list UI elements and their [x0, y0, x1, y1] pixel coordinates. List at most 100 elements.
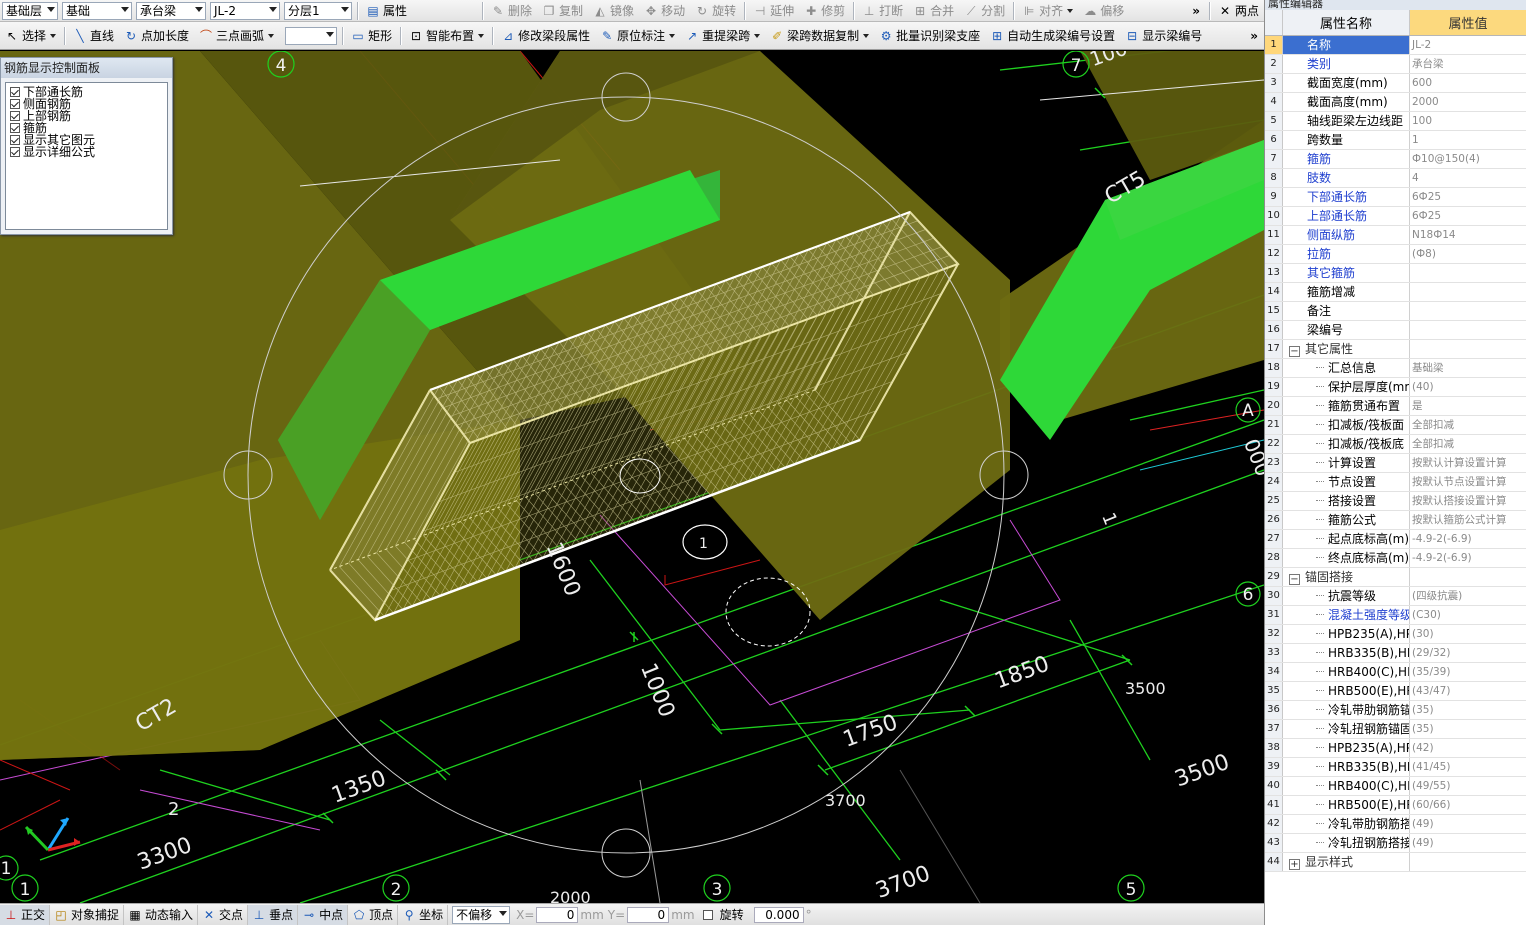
property-value[interactable]: (49/55) [1410, 777, 1526, 795]
property-row[interactable]: 40 HRB400(C),HRB4(49/55) [1265, 777, 1526, 796]
property-value[interactable] [1410, 302, 1526, 320]
property-value[interactable]: (35/39) [1410, 663, 1526, 681]
arc-button[interactable]: ⌒ 三点画弧 [194, 26, 279, 46]
property-row[interactable]: 43 冷轧扭钢筋搭接 (49) [1265, 834, 1526, 853]
component-select[interactable]: JL-2 [210, 1, 280, 20]
properties-button[interactable]: ▤ 属性 [361, 1, 412, 21]
property-value[interactable]: (41/45) [1410, 758, 1526, 776]
delete-button[interactable]: ✎ 删除 [486, 1, 537, 21]
property-row[interactable]: 44 + 显示样式 [1265, 853, 1526, 872]
two-points-button[interactable]: ✕ 两点 [1213, 1, 1264, 21]
property-row[interactable]: 30 抗震等级 (四级抗震) [1265, 587, 1526, 606]
property-value[interactable]: Ф10@150(4) [1410, 150, 1526, 168]
move-button[interactable]: ✥ 移动 [639, 1, 690, 21]
origin-label-button[interactable]: ✎ 原位标注 [595, 26, 680, 46]
offset-mode-select[interactable]: 不偏移 [452, 905, 511, 924]
property-value[interactable]: 全部扣减 [1410, 416, 1526, 434]
property-row[interactable]: 10 上部通长筋 6Ф25 [1265, 207, 1526, 226]
property-row[interactable]: 16 梁编号 [1265, 321, 1526, 340]
property-value[interactable]: (60/66) [1410, 796, 1526, 814]
modify-span-button[interactable]: ⊿ 修改梁段属性 [496, 26, 595, 46]
rotate-button[interactable]: ↻ 旋转 [690, 1, 741, 21]
property-row[interactable]: 2 类别 承台梁 [1265, 55, 1526, 74]
property-value[interactable]: 按默认计算设置计算 [1410, 454, 1526, 472]
property-value[interactable]: (Ф8) [1410, 245, 1526, 263]
property-value[interactable]: (42) [1410, 739, 1526, 757]
property-value[interactable] [1410, 283, 1526, 301]
extend-button[interactable]: ⊣ 延伸 [748, 1, 799, 21]
property-value[interactable]: (四级抗震) [1410, 587, 1526, 605]
toolbar-overflow-icon[interactable]: » [1186, 4, 1206, 18]
property-value[interactable]: 6Ф25 [1410, 207, 1526, 225]
property-row[interactable]: 9 下部通长筋 6Ф25 [1265, 188, 1526, 207]
checkbox[interactable] [10, 99, 20, 109]
batch-identify-button[interactable]: ⚙ 批量识别梁支座 [874, 26, 985, 46]
property-row[interactable]: 33 HRB335(B),HRB3(29/32) [1265, 644, 1526, 663]
property-row[interactable]: 12 拉筋 (Ф8) [1265, 245, 1526, 264]
property-value[interactable] [1410, 340, 1526, 358]
smart-layout-button[interactable]: ⊡ 智能布置 [404, 26, 489, 46]
property-value[interactable] [1410, 264, 1526, 282]
property-row[interactable]: 14 箍筋增减 [1265, 283, 1526, 302]
property-row[interactable]: 18 汇总信息 基础梁 [1265, 359, 1526, 378]
property-row[interactable]: 41 HRB500(E),HRB5(60/66) [1265, 796, 1526, 815]
property-value[interactable] [1410, 321, 1526, 339]
property-value[interactable]: 按默认节点设置计算 [1410, 473, 1526, 491]
property-value[interactable]: -4.9-2(-6.9) [1410, 549, 1526, 567]
checkbox[interactable] [10, 111, 20, 121]
property-row[interactable]: 19 保护层厚度(mm)(40) [1265, 378, 1526, 397]
property-value[interactable]: 按默认箍筋公式计算 [1410, 511, 1526, 529]
property-row[interactable]: 25 搭接设置 按默认搭接设置计算 [1265, 492, 1526, 511]
toolbar-overflow-icon[interactable]: » [1244, 29, 1264, 43]
property-value[interactable]: 按默认搭接设置计算 [1410, 492, 1526, 510]
property-row[interactable]: 27 起点底标高(m) -4.9-2(-6.9) [1265, 530, 1526, 549]
property-row[interactable]: 35 HRB500(E),HRB5(43/47) [1265, 682, 1526, 701]
checkbox[interactable] [10, 87, 20, 97]
property-row[interactable]: 39 HRB335(B),HRB3(41/45) [1265, 758, 1526, 777]
rotate-input[interactable]: 0.000 [753, 906, 804, 923]
property-value[interactable]: N18Ф14 [1410, 226, 1526, 244]
property-row[interactable]: 24 节点设置 按默认节点设置计算 [1265, 473, 1526, 492]
property-row[interactable]: 21 扣减板/筏板面 全部扣减 [1265, 416, 1526, 435]
show-number-button[interactable]: ⊟ 显示梁编号 [1120, 26, 1207, 46]
property-row[interactable]: 28 终点底标高(m) -4.9-2(-6.9) [1265, 549, 1526, 568]
property-value[interactable]: JL-2 [1410, 36, 1526, 54]
copy-span-data-button[interactable]: ✐ 梁跨数据复制 [765, 26, 874, 46]
vertex-snap[interactable]: ⬠ 顶点 [348, 904, 399, 925]
property-row[interactable]: 26 箍筋公式 按默认箍筋公式计算 [1265, 511, 1526, 530]
y-input[interactable]: 0 [627, 906, 670, 923]
ortho-toggle[interactable]: ⊥ 正交 [0, 904, 51, 925]
property-row[interactable]: 31 混凝土强度等级 (C30) [1265, 606, 1526, 625]
property-value[interactable]: -4.9-2(-6.9) [1410, 530, 1526, 548]
property-value[interactable]: (35) [1410, 701, 1526, 719]
midpoint-snap[interactable]: ⊸ 中点 [298, 904, 349, 925]
rebar-option-formula[interactable]: 显示详细公式 [10, 146, 163, 158]
point-length-button[interactable]: ↻ 点加长度 [119, 26, 194, 46]
property-value[interactable]: (C30) [1410, 606, 1526, 624]
mirror-button[interactable]: ◭ 镜像 [588, 1, 639, 21]
snap-toggle[interactable]: ◰ 对象捕捉 [50, 904, 125, 925]
align-button[interactable]: ⊫ 对齐 [1017, 1, 1078, 21]
property-row[interactable]: 36 冷轧带肋钢筋锚 (35) [1265, 701, 1526, 720]
copy-button[interactable]: ❐ 复制 [537, 1, 588, 21]
property-value[interactable] [1410, 568, 1526, 586]
checkbox[interactable] [10, 147, 20, 157]
property-value[interactable]: 100 [1410, 112, 1526, 130]
property-row[interactable]: 3 截面宽度(mm) 600 [1265, 74, 1526, 93]
merge-button[interactable]: ⊞ 合并 [908, 1, 959, 21]
property-row[interactable]: 6 跨数量 1 [1265, 131, 1526, 150]
property-value[interactable]: (49) [1410, 815, 1526, 833]
property-row[interactable]: 8 肢数 4 [1265, 169, 1526, 188]
property-row[interactable]: 38 HPB235(A),HPB3(42) [1265, 739, 1526, 758]
property-row[interactable]: 13 其它箍筋 [1265, 264, 1526, 283]
x-input[interactable]: 0 [536, 906, 579, 923]
arc-mode-select[interactable] [285, 26, 338, 45]
rect-button[interactable]: ▭ 矩形 [346, 26, 397, 46]
checkbox[interactable] [10, 135, 20, 145]
trim-button[interactable]: ✚ 修剪 [799, 1, 850, 21]
type-select[interactable]: 承台梁 [136, 1, 206, 20]
property-row[interactable]: 22 扣减板/筏板底 全部扣减 [1265, 435, 1526, 454]
coordinate-snap[interactable]: ⚲ 坐标 [398, 904, 449, 925]
property-value[interactable]: (35) [1410, 720, 1526, 738]
property-row[interactable]: 5 轴线距梁左边线距 100 [1265, 112, 1526, 131]
